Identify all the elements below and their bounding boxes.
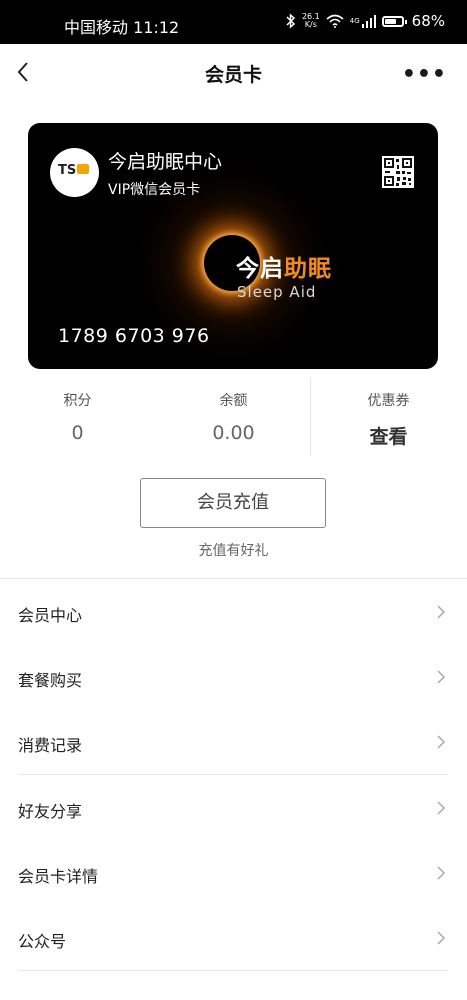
net-speed: 26.1 K/s [302, 13, 320, 29]
chevron-right-icon [437, 670, 446, 684]
coupon-stat[interactable]: 优惠券 查看 [311, 390, 466, 449]
qr-code-icon[interactable] [382, 156, 414, 188]
menu-item-label: 套餐购买 [18, 671, 83, 690]
battery-icon [381, 15, 407, 27]
logo-text: TS [58, 163, 77, 178]
menu-item-card-details[interactable]: 会员卡详情 [18, 841, 448, 905]
brand-white-text: 今启 [236, 256, 284, 282]
nav-bar: 会员卡 ••• [0, 44, 467, 100]
member-card[interactable]: TS 今启助眠中心 VIP微信会员卡 今启助眠 Sleep Aid 1789 6… [28, 123, 438, 369]
wifi-icon [326, 14, 344, 28]
status-icons: 26.1 K/s 4G 68% [286, 12, 445, 30]
menu-item-label: 会员卡详情 [18, 867, 99, 886]
divider [0, 578, 467, 579]
coupon-label: 优惠券 [367, 393, 410, 409]
menu-item-label: 好友分享 [18, 802, 83, 821]
recharge-subtitle: 充值有好礼 [198, 543, 269, 559]
brand-logo: 今启助眠 [236, 249, 332, 283]
menu-item-label: 消费记录 [18, 736, 83, 755]
menu-item-share-friends[interactable]: 好友分享 [18, 776, 448, 840]
balance-value: 0.00 [212, 422, 255, 444]
clock: 11:12 [133, 18, 180, 37]
menu-item-package-purchase[interactable]: 套餐购买 [18, 645, 448, 709]
signal-icon [361, 14, 376, 28]
points-value: 0 [71, 422, 84, 444]
signal-type: 4G [349, 17, 360, 25]
chevron-right-icon [437, 866, 446, 880]
more-options-icon[interactable]: ••• [402, 62, 447, 87]
brand-english: Sleep Aid [237, 283, 317, 301]
store-logo: TS [50, 148, 99, 197]
card-type: VIP微信会员卡 [108, 182, 201, 198]
menu-item-consumption-records[interactable]: 消费记录 [18, 710, 448, 774]
chevron-right-icon [437, 605, 446, 619]
carrier-time: 中国移动 11:12 [64, 14, 179, 38]
chevron-right-icon [437, 735, 446, 749]
battery-percent: 68% [411, 12, 445, 30]
points-label: 积分 [63, 393, 92, 409]
status-bar: 中国移动 11:12 26.1 K/s 4G 68% [0, 0, 467, 44]
divider [18, 970, 448, 971]
menu-item-label: 会员中心 [18, 606, 83, 625]
menu-item-member-center[interactable]: 会员中心 [18, 580, 448, 644]
coupon-view-link[interactable]: 查看 [311, 422, 466, 449]
balance-stat[interactable]: 余额 0.00 [156, 390, 311, 444]
member-recharge-button[interactable]: 会员充值 [140, 478, 326, 528]
store-name: 今启助眠中心 [108, 151, 223, 173]
menu-item-label: 公众号 [18, 932, 67, 951]
bluetooth-icon [286, 13, 296, 29]
net-speed-unit: K/s [304, 20, 317, 29]
chevron-right-icon [437, 931, 446, 945]
page-title: 会员卡 [204, 64, 262, 86]
carrier-name: 中国移动 [64, 18, 129, 37]
brand-orange-text: 助眠 [284, 256, 332, 282]
menu-item-official-account[interactable]: 公众号 [18, 906, 448, 970]
points-stat[interactable]: 积分 0 [0, 390, 155, 444]
card-number: 1789 6703 976 [58, 325, 210, 347]
chevron-right-icon [437, 801, 446, 815]
balance-label: 余额 [219, 393, 248, 409]
divider [18, 774, 448, 775]
